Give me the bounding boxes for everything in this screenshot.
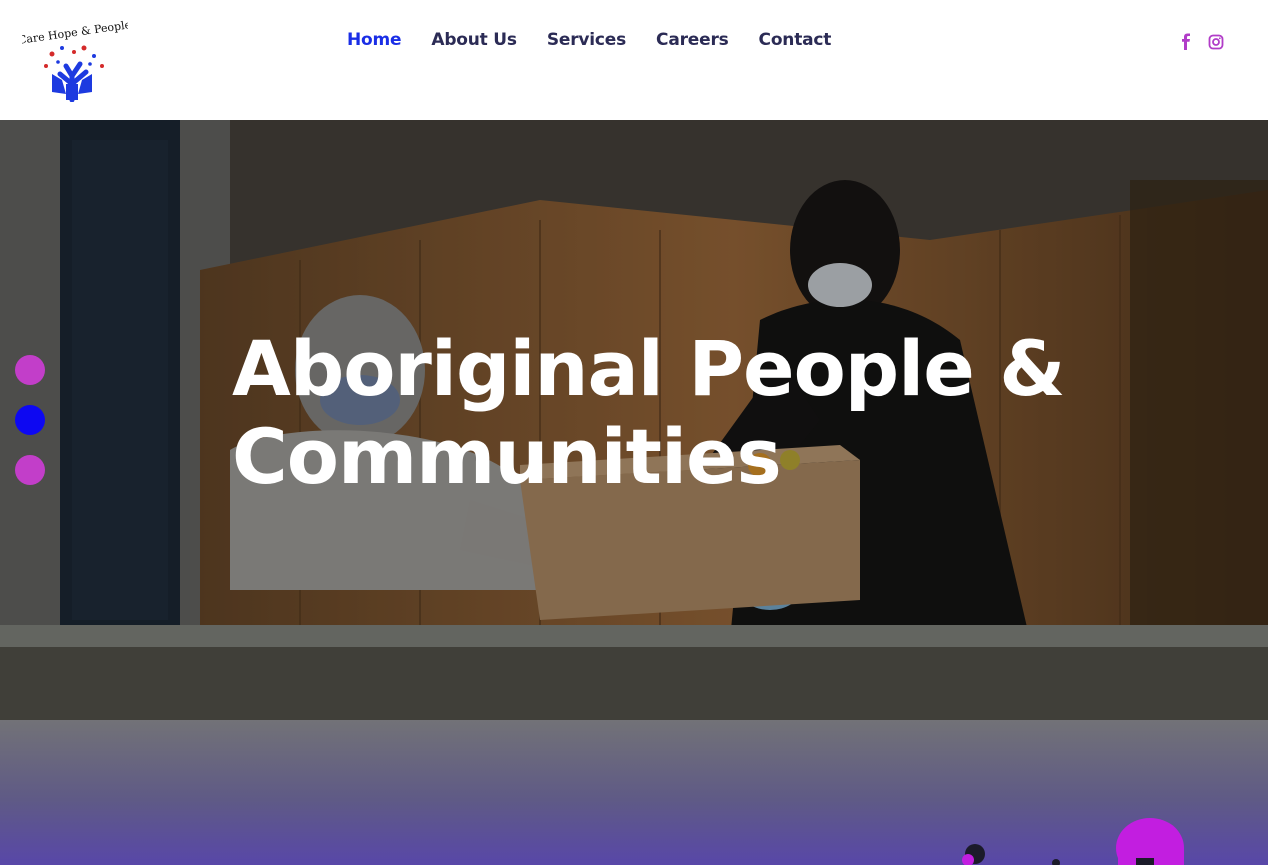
- social-links: [1178, 33, 1224, 51]
- instagram-icon[interactable]: [1208, 33, 1224, 51]
- logo-text: Care Hope & People: [22, 18, 128, 47]
- hero-title-line1: Aboriginal People &: [232, 324, 1066, 413]
- care-illustration: [962, 818, 1184, 865]
- slider-dot-3[interactable]: [15, 455, 45, 485]
- hero-title-line2: Communities: [232, 412, 782, 501]
- intro-section: [0, 720, 1268, 865]
- nav-about-us[interactable]: About Us: [431, 30, 517, 50]
- logo[interactable]: Care Hope & People: [17, 14, 132, 103]
- site-header: Care Hope & People Home About Us Service…: [0, 0, 1268, 120]
- slider-dot-2[interactable]: [15, 405, 45, 435]
- slider-dot-1[interactable]: [15, 355, 45, 385]
- hero-title: Aboriginal People & Communities: [232, 325, 1132, 501]
- nav-services[interactable]: Services: [547, 30, 626, 50]
- hero-slider: Aboriginal People & Communities: [0, 120, 1268, 720]
- facebook-icon[interactable]: [1178, 33, 1194, 51]
- nav-careers[interactable]: Careers: [656, 30, 729, 50]
- nav-home[interactable]: Home: [347, 30, 402, 50]
- main-nav: Home About Us Services Careers Contact: [347, 30, 831, 50]
- nav-contact[interactable]: Contact: [759, 30, 832, 50]
- slider-dots: [15, 355, 45, 485]
